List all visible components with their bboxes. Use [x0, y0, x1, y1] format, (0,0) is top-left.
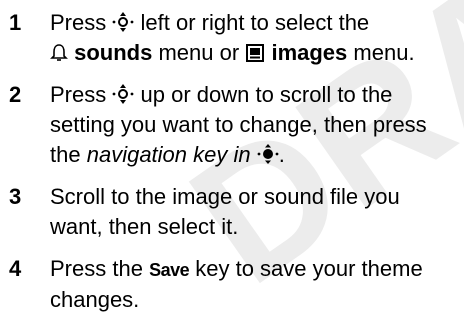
step-number: 1 [9, 10, 22, 35]
save-key-label: Save [149, 260, 190, 280]
step-1: 1 Press left or right to select the soun… [0, 8, 464, 68]
nav-key-center-icon [257, 144, 279, 164]
step-2: 2 Press up or down to scroll to the sett… [0, 80, 464, 170]
step-3: 3 Scroll to the image or sound file you … [0, 182, 464, 242]
step-text: Press up or down to scroll to the settin… [50, 82, 427, 167]
picture-icon [246, 44, 265, 62]
step-number: 3 [9, 184, 22, 209]
step-number: 2 [9, 82, 22, 107]
nav-key-icon [112, 84, 134, 104]
steps-list: 1 Press left or right to select the soun… [0, 8, 464, 327]
step-text: Scroll to the image or sound file you wa… [50, 184, 400, 239]
step-text: Press left or right to select the sounds… [50, 10, 415, 65]
step-text: Press the Save key to save your theme ch… [50, 256, 423, 312]
step-4: 4 Press the Save key to save your theme … [0, 254, 464, 315]
bell-icon [50, 44, 68, 61]
nav-key-icon [112, 12, 134, 32]
step-number: 4 [9, 256, 22, 281]
